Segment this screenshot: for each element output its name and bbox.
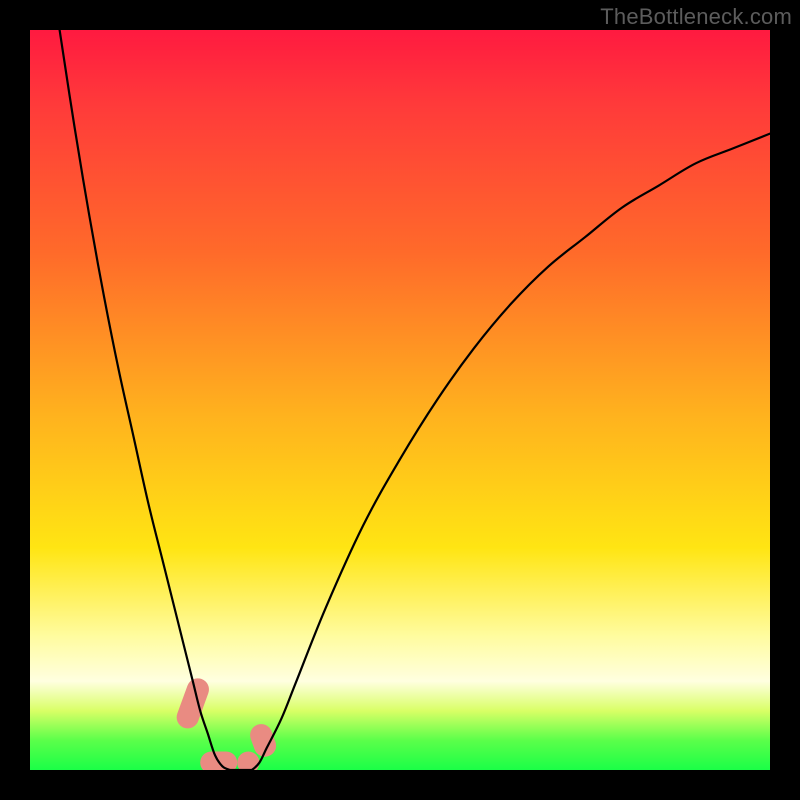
chart-frame: TheBottleneck.com <box>0 0 800 800</box>
chart-markers <box>174 675 280 770</box>
chart-series <box>60 30 770 770</box>
series-left-branch <box>60 30 230 770</box>
chart-curve-layer <box>30 30 770 770</box>
watermark-text: TheBottleneck.com <box>600 4 792 30</box>
marker-left-top-blob <box>174 675 213 731</box>
marker-left-end-blob <box>200 752 237 771</box>
chart-plot-area <box>30 30 770 770</box>
series-right-branch <box>252 134 770 770</box>
marker-right-end-blob <box>237 752 259 771</box>
marker-right-start-blob <box>247 721 279 760</box>
